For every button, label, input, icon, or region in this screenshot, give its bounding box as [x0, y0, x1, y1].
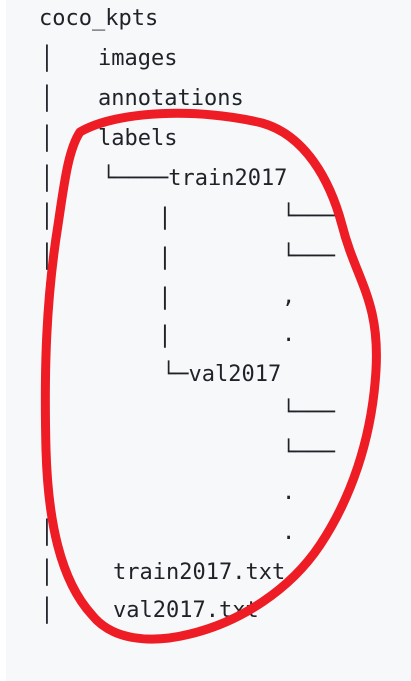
red-circle-annotation [40, 108, 381, 644]
annotation-stroke [40, 108, 381, 644]
